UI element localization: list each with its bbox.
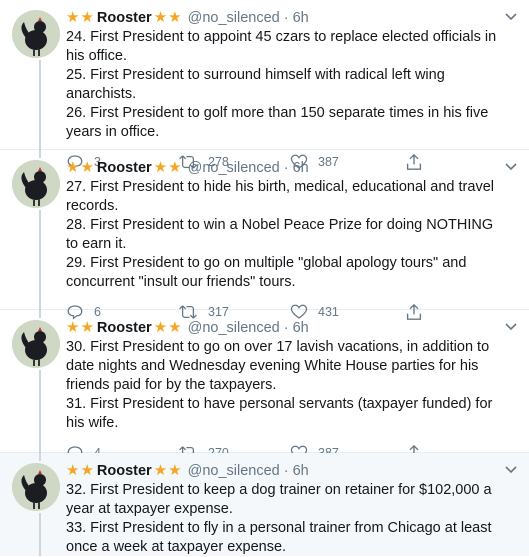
timestamp[interactable]: 6h [293,8,309,28]
star-icon: ★ [153,462,168,479]
tweet-header: ★ ★ Rooster ★ ★ @no_silenced · 6h [66,318,519,338]
star-icon: ★ [168,9,182,26]
tweet-line: 30. First President to go on over 17 lav… [66,339,490,393]
display-name[interactable]: Rooster [97,158,152,178]
avatar[interactable] [12,160,60,208]
thread-line [39,150,41,158]
tweet[interactable]: ★ ★ Rooster ★ ★ @no_silenced · 6h 27. Firs… [0,150,529,320]
tweet-text: 24. First President to appoint 45 czars … [66,28,519,142]
tweet-text: 32. First President to keep a dog traine… [66,481,519,557]
user-handle[interactable]: @no_silenced [188,158,280,178]
star-icon: ★ [66,159,80,176]
tweet[interactable]: ★ ★ Rooster ★ ★ @no_silenced · 6h 30. Firs… [0,310,529,461]
tweet-line: 27. First President to hide his birth, m… [66,179,494,214]
tweet-header: ★ ★ Rooster ★ ★ @no_silenced · 6h [66,158,519,178]
thread-line [39,453,41,461]
chevron-down-icon[interactable] [505,463,517,477]
thread-line [39,310,41,318]
avatar[interactable] [12,463,60,511]
star-icon: ★ [80,319,94,336]
star-icon: ★ [153,159,168,176]
star-icon: ★ [80,462,94,479]
tweet-line: 28. First President to win a Nobel Peace… [66,217,494,252]
tweet[interactable]: ★ ★ Rooster ★ ★ @no_silenced · 6h 24. Firs… [0,0,529,170]
display-name[interactable]: Rooster [97,318,152,338]
tweet-header: ★ ★ Rooster ★ ★ @no_silenced · 6h [66,461,519,481]
display-name[interactable]: Rooster [97,461,152,481]
tweet-line: 32. First President to keep a dog traine… [66,482,492,517]
star-icon: ★ [66,9,80,26]
tweet-header: ★ ★ Rooster ★ ★ @no_silenced · 6h [66,8,519,28]
timestamp[interactable]: 6h [293,158,309,178]
chevron-down-icon[interactable] [505,320,517,334]
star-icon: ★ [168,159,182,176]
star-icon: ★ [168,462,182,479]
separator-dot: · [283,320,289,336]
tweet-text: 30. First President to go on over 17 lav… [66,338,519,433]
tweet[interactable]: ★ ★ Rooster ★ ★ @no_silenced · 6h 32. Firs… [0,453,529,556]
star-icon: ★ [168,319,182,336]
tweet-line: 25. First President to surround himself … [66,67,445,102]
thread-line [39,60,41,150]
thread-line [39,210,41,310]
timestamp[interactable]: 6h [293,461,309,481]
chevron-down-icon[interactable] [505,10,517,24]
user-handle[interactable]: @no_silenced [188,461,280,481]
tweet-line: 31. First President to have personal ser… [66,396,493,431]
avatar[interactable] [12,10,60,58]
separator-dot: · [283,160,289,176]
tweet-line: 26. First President to golf more than 15… [66,105,489,140]
tweet-line: 29. First President to go on multiple "g… [66,255,467,290]
avatar[interactable] [12,320,60,368]
thread-line [39,513,41,556]
user-handle[interactable]: @no_silenced [188,8,280,28]
star-icon: ★ [66,319,80,336]
timestamp[interactable]: 6h [293,318,309,338]
user-handle[interactable]: @no_silenced [188,318,280,338]
star-icon: ★ [80,9,94,26]
star-icon: ★ [66,462,80,479]
separator-dot: · [283,10,289,26]
separator-dot: · [283,463,289,479]
chevron-down-icon[interactable] [505,160,517,174]
tweet-text: 27. First President to hide his birth, m… [66,178,519,292]
star-icon: ★ [80,159,94,176]
tweet-line: 24. First President to appoint 45 czars … [66,29,497,64]
star-icon: ★ [153,9,168,26]
star-icon: ★ [153,319,168,336]
thread-line [39,370,41,453]
display-name[interactable]: Rooster [97,8,152,28]
tweet-line: 33. First President to fly in a personal… [66,520,492,555]
